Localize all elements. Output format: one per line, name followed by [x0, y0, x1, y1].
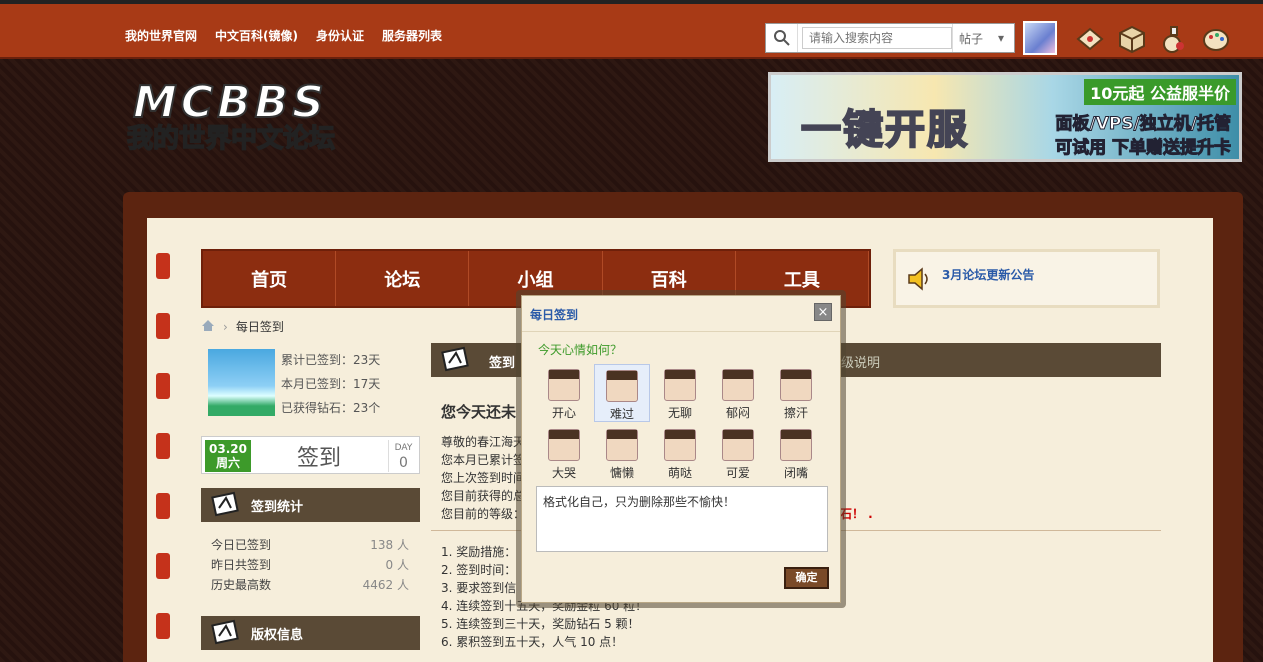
- rule-item: 6. 累积签到五十天，人气 10 点！: [441, 635, 624, 649]
- info-line: 您目前获得的总: [441, 489, 526, 503]
- face-icon: [664, 369, 696, 401]
- sign-icon: [211, 491, 239, 517]
- sign-icon: [441, 346, 469, 372]
- breadcrumb: › 每日签到: [201, 318, 284, 335]
- home-icon[interactable]: [201, 319, 215, 335]
- signin-dialog: 每日签到 × 今天心情如何？ 开心 难过 无聊 郁闷 擦汗 大哭 慵懒 萌哒 可…: [521, 295, 841, 603]
- banner-line3: 可试用 下单赠送提升卡: [1055, 138, 1232, 159]
- stat-month: 本月已签到：17天: [281, 377, 381, 391]
- confirm-button[interactable]: 确定: [784, 567, 829, 589]
- dialog-title: 每日签到: [530, 308, 579, 322]
- mood-gloomy[interactable]: 郁闷: [710, 364, 766, 422]
- binder-ring: [156, 493, 170, 519]
- mood-adorable[interactable]: 可爱: [710, 424, 766, 482]
- stats-section-header: 签到统计: [201, 488, 420, 522]
- mood-happy[interactable]: 开心: [536, 364, 592, 422]
- svg-text:MCBBS: MCBBS: [133, 77, 328, 128]
- binder-ring: [156, 373, 170, 399]
- dialog-header: 每日签到 ×: [522, 296, 840, 332]
- mood-shush[interactable]: 闭嘴: [768, 424, 824, 482]
- top-nav: 我的世界官网 中文百科(镜像) 身份认证 服务器列表: [125, 27, 442, 44]
- top-bar: 我的世界官网 中文百科(镜像) 身份认证 服务器列表 帖子 ▾: [0, 0, 1263, 59]
- top-nav-official[interactable]: 我的世界官网: [125, 27, 197, 44]
- face-icon: [606, 370, 638, 402]
- mood-sweat[interactable]: 擦汗: [768, 364, 824, 422]
- chevron-down-icon: ▾: [997, 31, 1004, 45]
- mood-sad[interactable]: 难过: [594, 364, 650, 422]
- crafting-table-icon[interactable]: [1117, 24, 1147, 54]
- face-icon: [780, 429, 812, 461]
- main-header-title: 签到: [489, 356, 516, 371]
- level-info-link[interactable]: 级说明: [841, 352, 880, 371]
- search-scope-select[interactable]: 帖子 ▾: [952, 24, 1010, 52]
- search-scope-label: 帖子: [959, 31, 984, 46]
- banner-price: 10元起 公益服半价: [1084, 79, 1236, 105]
- messages-icon[interactable]: [1075, 24, 1105, 54]
- signin-date: 03.20 周六: [205, 440, 251, 472]
- signin-button[interactable]: 签到: [254, 440, 384, 472]
- binder-ring: [156, 553, 170, 579]
- ad-banner[interactable]: 10元起 公益服半价 一键开服 面板/VPS/独立机/托管 可试用 下单赠送提升…: [768, 72, 1242, 162]
- info-line: 尊敬的春江海天: [441, 435, 526, 449]
- search-input[interactable]: [802, 27, 952, 49]
- top-nav-wiki[interactable]: 中文百科(镜像): [215, 27, 298, 44]
- mood-cry[interactable]: 大哭: [536, 424, 592, 482]
- breadcrumb-current: 每日签到: [235, 320, 284, 334]
- mood-question: 今天心情如何？: [538, 343, 623, 357]
- binder-ring: [156, 613, 170, 639]
- binder-ring: [156, 253, 170, 279]
- avatar[interactable]: [1023, 21, 1057, 55]
- face-icon: [780, 369, 812, 401]
- stats-section-title: 签到统计: [251, 499, 304, 515]
- announcement-link[interactable]: 3月论坛更新公告: [942, 266, 1034, 283]
- search-bar: 帖子 ▾: [765, 23, 1015, 53]
- signin-box: 03.20 周六 签到 DAY 0: [201, 436, 420, 474]
- greeting-heading: 您今天还未: [441, 403, 517, 421]
- nav-home[interactable]: 首页: [203, 251, 337, 306]
- potion-icon[interactable]: [1159, 24, 1189, 54]
- signin-day-counter: DAY 0: [388, 440, 418, 472]
- face-icon: [548, 369, 580, 401]
- copyright-title: 版权信息: [251, 627, 304, 643]
- announcement-box: 3月论坛更新公告: [893, 249, 1160, 308]
- mood-bored[interactable]: 无聊: [652, 364, 708, 422]
- stat-diamonds: 已获得钻石：23个: [281, 401, 381, 415]
- binder-ring: [156, 433, 170, 459]
- close-icon[interactable]: ×: [814, 303, 832, 321]
- banner-line2: 面板/VPS/独立机/托管: [1055, 114, 1231, 135]
- breadcrumb-separator: ›: [223, 319, 228, 334]
- site-logo[interactable]: MCBBS 我的世界中文论坛: [125, 75, 385, 157]
- info-line: 您目前的等级：: [441, 507, 526, 521]
- top-nav-verify[interactable]: 身份认证: [316, 27, 364, 44]
- user-photo: [208, 349, 275, 416]
- mood-cute-moe[interactable]: 萌哒: [652, 424, 708, 482]
- rule-item: 5. 连续签到三十天，奖励钻石 5 颗！: [441, 617, 640, 631]
- stat-total: 累计已签到：23天: [281, 353, 381, 367]
- info-line: 您本月已累计签: [441, 453, 526, 467]
- face-icon: [664, 429, 696, 461]
- mood-lazy[interactable]: 慵懒: [594, 424, 650, 482]
- stat-row: 昨日共签到 0 人: [211, 558, 409, 572]
- stat-row: 历史最高数 4462 人: [211, 578, 409, 592]
- binder-ring: [156, 313, 170, 339]
- speaker-icon: [908, 267, 928, 291]
- nav-forum[interactable]: 论坛: [336, 251, 470, 306]
- face-icon: [606, 429, 638, 461]
- stat-row: 今日已签到 138 人: [211, 538, 409, 552]
- info-line: 您上次签到时间: [441, 471, 526, 485]
- mood-message-input[interactable]: 格式化自己，只为删除那些不愉快！: [536, 486, 828, 552]
- copyright-section-header: 版权信息: [201, 616, 420, 650]
- search-icon[interactable]: [766, 24, 798, 52]
- svg-text:我的世界中文论坛: 我的世界中文论坛: [127, 123, 335, 154]
- top-nav-servers[interactable]: 服务器列表: [382, 27, 442, 44]
- face-icon: [722, 369, 754, 401]
- face-icon: [548, 429, 580, 461]
- palette-icon[interactable]: [1201, 24, 1231, 54]
- face-icon: [722, 429, 754, 461]
- banner-headline: 一键开服: [800, 106, 969, 154]
- sign-icon: [211, 619, 239, 645]
